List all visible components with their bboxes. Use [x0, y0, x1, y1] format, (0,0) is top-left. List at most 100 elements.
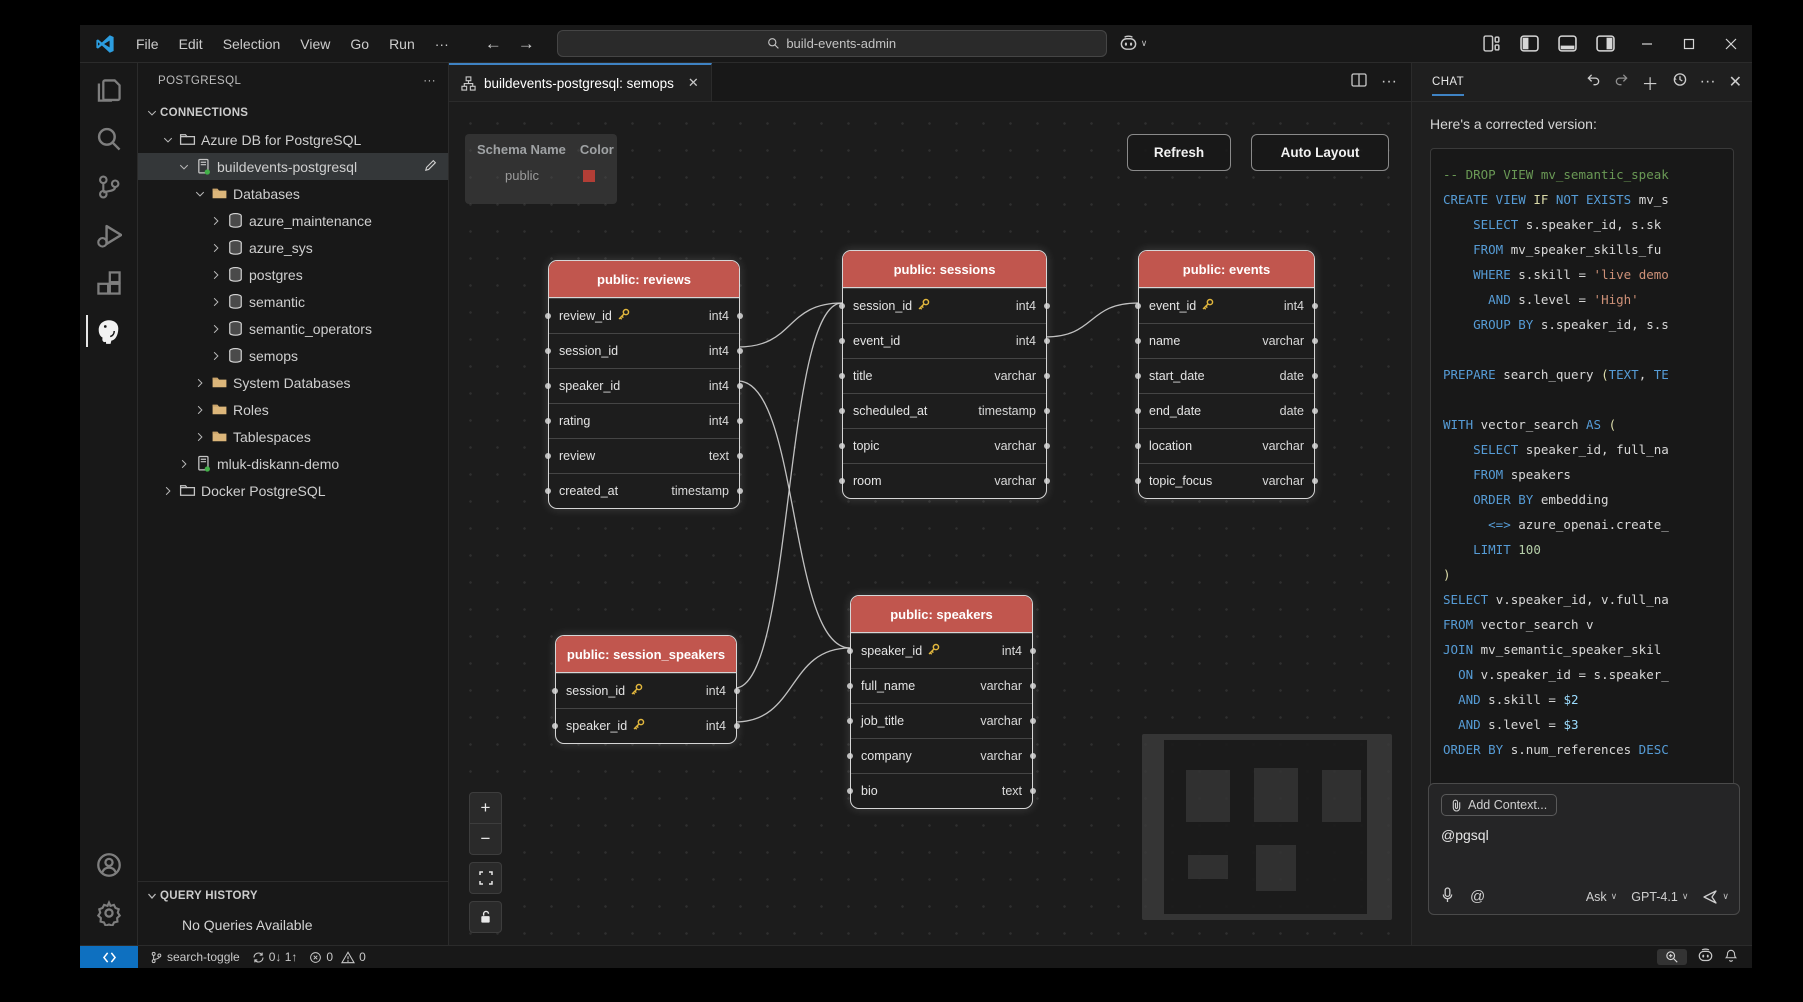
zoom-status-icon[interactable]	[1657, 949, 1687, 965]
chat-tab[interactable]: CHAT	[1432, 76, 1464, 96]
table-column-event_id[interactable]: event_idint4	[1139, 288, 1314, 323]
tab-schema-visualization[interactable]: buildevents-postgresql: semops ✕	[449, 63, 712, 101]
table-column-session_id[interactable]: session_idint4	[549, 333, 739, 368]
tree-item-databases[interactable]: Databases	[138, 180, 448, 207]
notifications-bell-icon[interactable]	[1724, 949, 1738, 966]
table-column-start_date[interactable]: start_datedate	[1139, 358, 1314, 393]
schema-filter-panel[interactable]: Schema Name Color public	[465, 134, 617, 204]
table-node-speakers[interactable]: public: speakersspeaker_idint4full_namev…	[850, 595, 1033, 809]
query-history-header[interactable]: QUERY HISTORY	[138, 882, 448, 909]
auto-layout-button[interactable]: Auto Layout	[1251, 134, 1389, 171]
customize-layout-icon[interactable]	[1476, 31, 1506, 57]
close-tab-icon[interactable]: ✕	[688, 75, 699, 91]
tree-item-docker-postgresql[interactable]: Docker PostgreSQL	[138, 477, 448, 504]
tree-item-roles[interactable]: Roles	[138, 396, 448, 423]
zoom-out-button[interactable]: −	[469, 824, 502, 855]
menu-edit[interactable]: Edit	[169, 31, 213, 57]
table-node-reviews[interactable]: public: reviewsreview_idint4session_idin…	[548, 260, 740, 509]
maximize-icon[interactable]	[1668, 27, 1710, 61]
tree-item-postgres[interactable]: postgres	[138, 261, 448, 288]
close-panel-icon[interactable]: ✕	[1729, 72, 1742, 92]
table-column-bio[interactable]: biotext	[851, 773, 1032, 808]
table-column-speaker_id[interactable]: speaker_idint4	[851, 633, 1032, 668]
forward-arrow-icon[interactable]: →	[518, 34, 535, 54]
send-button[interactable]: ∨	[1702, 889, 1729, 905]
table-column-session_id[interactable]: session_idint4	[843, 288, 1046, 323]
table-column-speaker_id[interactable]: speaker_idint4	[549, 368, 739, 403]
menu-view[interactable]: View	[290, 31, 340, 57]
menu-go[interactable]: Go	[340, 31, 379, 57]
split-editor-icon[interactable]	[1351, 72, 1367, 93]
tree-item-buildevents-postgresql[interactable]: buildevents-postgresql	[138, 153, 448, 180]
back-arrow-icon[interactable]: ←	[485, 34, 502, 54]
command-center-search[interactable]: build-events-admin	[557, 30, 1107, 57]
fit-view-button[interactable]	[469, 862, 502, 894]
table-column-review_id[interactable]: review_idint4	[549, 298, 739, 333]
tree-item-azure-maintenance[interactable]: azure_maintenance	[138, 207, 448, 234]
menu-[interactable]: ···	[425, 31, 459, 57]
schema-canvas[interactable]: Schema Name Color public Refresh Auto La…	[449, 102, 1411, 945]
table-column-name[interactable]: namevarchar	[1139, 323, 1314, 358]
activity-search-icon[interactable]	[86, 117, 132, 161]
table-column-scheduled_at[interactable]: scheduled_attimestamp	[843, 393, 1046, 428]
table-column-room[interactable]: roomvarchar	[843, 463, 1046, 498]
redo-icon[interactable]	[1614, 72, 1629, 92]
activity-settings-icon[interactable]	[86, 891, 132, 935]
table-column-rating[interactable]: ratingint4	[549, 403, 739, 438]
toggle-primary-sidebar-icon[interactable]	[1514, 31, 1544, 57]
table-node-events[interactable]: public: eventsevent_idint4namevarcharsta…	[1138, 250, 1315, 499]
edit-pencil-icon[interactable]	[423, 158, 438, 176]
activity-explorer-icon[interactable]	[86, 69, 132, 113]
table-column-session_id[interactable]: session_idint4	[556, 673, 736, 708]
history-icon[interactable]	[1672, 72, 1687, 92]
activity-account-icon[interactable]	[86, 843, 132, 887]
chat-input-text[interactable]: @pgsql	[1441, 827, 1727, 843]
lock-toggle-button[interactable]	[469, 901, 502, 933]
activity-postgresql-icon[interactable]	[86, 309, 132, 353]
model-selector[interactable]: GPT-4.1∨	[1631, 890, 1688, 904]
table-column-topic_focus[interactable]: topic_focusvarchar	[1139, 463, 1314, 498]
menu-run[interactable]: Run	[379, 31, 425, 57]
minimize-icon[interactable]	[1626, 27, 1668, 61]
table-column-location[interactable]: locationvarchar	[1139, 428, 1314, 463]
more-actions-icon[interactable]: ···	[1381, 73, 1397, 91]
tree-item-tablespaces[interactable]: Tablespaces	[138, 423, 448, 450]
table-column-review[interactable]: reviewtext	[549, 438, 739, 473]
copilot-status-icon[interactable]	[1697, 948, 1714, 966]
minimap[interactable]	[1142, 734, 1392, 920]
activity-extensions-icon[interactable]	[86, 261, 132, 305]
sql-code-block[interactable]: -- DROP VIEW mv_semantic_speakCREATE VIE…	[1430, 148, 1734, 788]
mention-icon[interactable]: @	[1470, 888, 1485, 905]
more-actions-icon[interactable]: ···	[423, 75, 436, 87]
sync-indicator[interactable]: 0↓ 1↑	[252, 950, 298, 964]
tree-item-semops[interactable]: semops	[138, 342, 448, 369]
toggle-secondary-sidebar-icon[interactable]	[1590, 31, 1620, 57]
undo-icon[interactable]	[1586, 72, 1601, 92]
menu-selection[interactable]: Selection	[213, 31, 291, 57]
table-column-created_at[interactable]: created_attimestamp	[549, 473, 739, 508]
add-context-button[interactable]: Add Context...	[1441, 794, 1557, 816]
chat-input-box[interactable]: Add Context... @pgsql @ Ask∨ GPT-4.1∨ ∨	[1428, 783, 1740, 915]
table-column-end_date[interactable]: end_datedate	[1139, 393, 1314, 428]
toggle-panel-icon[interactable]	[1552, 31, 1582, 57]
table-column-title[interactable]: titlevarchar	[843, 358, 1046, 393]
refresh-button[interactable]: Refresh	[1127, 134, 1231, 171]
new-chat-icon[interactable]: ＋	[1642, 70, 1659, 95]
tree-item-semantic[interactable]: semantic	[138, 288, 448, 315]
tree-item-azure-sys[interactable]: azure_sys	[138, 234, 448, 261]
mode-selector[interactable]: Ask∨	[1586, 890, 1617, 904]
table-node-sessions[interactable]: public: sessionssession_idint4event_idin…	[842, 250, 1047, 499]
more-actions-icon[interactable]: ···	[1700, 73, 1716, 91]
activity-source-control-icon[interactable]	[86, 165, 132, 209]
problems-indicator[interactable]: 0 0	[309, 950, 365, 964]
table-column-company[interactable]: companyvarchar	[851, 738, 1032, 773]
tree-item-system-databases[interactable]: System Databases	[138, 369, 448, 396]
microphone-icon[interactable]	[1441, 887, 1454, 906]
tree-item-semantic-operators[interactable]: semantic_operators	[138, 315, 448, 342]
table-column-event_id[interactable]: event_idint4	[843, 323, 1046, 358]
table-column-topic[interactable]: topicvarchar	[843, 428, 1046, 463]
tree-item-mluk-diskann-demo[interactable]: mluk-diskann-demo	[138, 450, 448, 477]
branch-indicator[interactable]: search-toggle	[150, 950, 240, 964]
remote-indicator[interactable]	[80, 946, 138, 968]
menu-file[interactable]: File	[126, 31, 169, 57]
